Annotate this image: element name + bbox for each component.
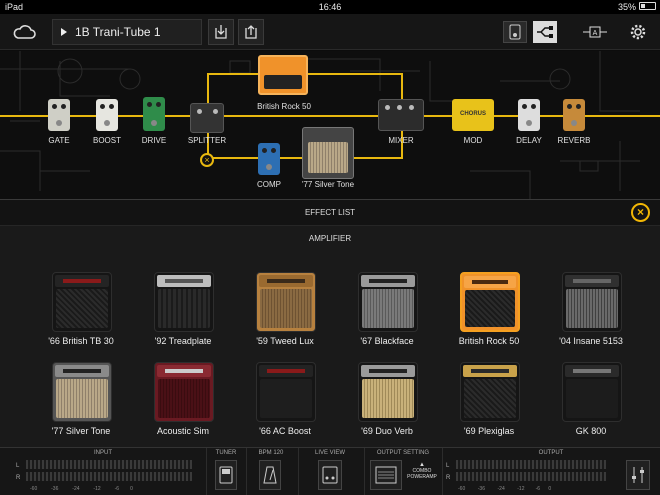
- close-icon: ×: [636, 205, 644, 219]
- reverb-pedal[interactable]: [563, 99, 585, 131]
- amp-name: British Rock 50: [458, 336, 520, 346]
- amp-item-silver-tone[interactable]: '77 Silver Tone: [37, 362, 125, 442]
- input-level-meter: [26, 460, 192, 484]
- mixer-sliders-icon: [632, 467, 644, 483]
- midi-io-button[interactable]: A: [582, 21, 608, 43]
- mixer-label: MIXER: [388, 136, 414, 145]
- liveview-label: LIVE VIEW: [314, 450, 345, 456]
- combo-poweramp-toggle[interactable]: ▲ COMBO POWERAMP: [407, 462, 437, 488]
- battery-percent: 35%: [617, 2, 636, 12]
- output-level-meter: [456, 460, 606, 484]
- share-preset-button[interactable]: [238, 19, 264, 45]
- metronome-icon: [263, 466, 277, 484]
- effect-list-title: EFFECT LIST: [304, 208, 356, 217]
- pedal-icon: [509, 24, 521, 40]
- delay-pedal[interactable]: [518, 99, 540, 131]
- splitter-unit[interactable]: [190, 103, 224, 133]
- reverb-label: REVERB: [557, 136, 591, 145]
- amp-name: '66 AC Boost: [259, 426, 311, 436]
- boost-pedal[interactable]: [96, 99, 118, 131]
- amp-b-label: '77 Silver Tone: [301, 180, 355, 189]
- output-setting-button[interactable]: [370, 460, 402, 490]
- chain-view-button[interactable]: [533, 21, 557, 43]
- save-preset-button[interactable]: [208, 19, 234, 45]
- gear-icon: [630, 24, 646, 40]
- mod-pedal-text: CHORUS: [459, 111, 486, 117]
- output-scale: -60 -36 -24 -12 -6 0: [458, 486, 552, 492]
- status-bar: iPad 16:46 35%: [0, 0, 660, 14]
- amp-a-label: British Rock 50: [257, 102, 311, 111]
- input-r-label: R: [16, 475, 21, 481]
- battery-icon: [639, 2, 656, 10]
- amp-item-tweed-lux[interactable]: '59 Tweed Lux: [241, 272, 329, 352]
- amp-name: '67 Blackface: [360, 336, 414, 346]
- amp-name: '69 Duo Verb: [361, 426, 413, 436]
- mod-pedal[interactable]: CHORUS: [452, 99, 494, 131]
- top-toolbar: 1B Trani-Tube 1 A: [0, 14, 660, 50]
- output-mixer-button[interactable]: [626, 460, 650, 490]
- amp-item-blackface[interactable]: '67 Blackface: [343, 272, 431, 352]
- tuner-icon: [219, 466, 233, 484]
- amp-name: '66 British TB 30: [48, 336, 114, 346]
- amp-item-duo-verb[interactable]: '69 Duo Verb: [343, 362, 431, 442]
- metronome-button[interactable]: [259, 460, 281, 490]
- signal-chain-view: × CHORUS GATE BOOST DRIVE SPLITTER Briti…: [0, 51, 660, 199]
- bottom-toolbar: INPUT L R -60 -36 -24 -12 -6 0 TUNER BPM…: [0, 447, 660, 495]
- pedalboard-icon: [322, 466, 338, 484]
- close-effect-list-button[interactable]: ×: [631, 203, 650, 222]
- amp-item-gk-800[interactable]: GK 800: [547, 362, 635, 442]
- amp-b-block[interactable]: [302, 127, 354, 179]
- amp-a-block[interactable]: [258, 55, 308, 95]
- preset-name: 1B Trani-Tube 1: [75, 25, 161, 39]
- output-setting-label: OUTPUT SETTING: [376, 450, 430, 456]
- remove-branch-icon[interactable]: ×: [200, 153, 214, 167]
- amp-item-insane-5153[interactable]: '04 Insane 5153: [547, 272, 635, 352]
- amp-name: '92 Treadplate: [154, 336, 212, 346]
- amp-item-acoustic-sim[interactable]: Acoustic Sim: [139, 362, 227, 442]
- amp-item-plexiglas[interactable]: '69 Plexiglas: [445, 362, 533, 442]
- svg-text:A: A: [593, 30, 598, 37]
- amp-item-british-tb30[interactable]: '66 British TB 30: [37, 272, 125, 352]
- gate-pedal[interactable]: [48, 99, 70, 131]
- download-icon: [215, 25, 227, 39]
- input-l-label: L: [16, 463, 20, 469]
- cloud-button[interactable]: [10, 19, 38, 45]
- input-scale: -60 -36 -24 -12 -6 0: [30, 486, 133, 492]
- effect-list-panel: EFFECT LIST × AMPLIFIER '66 British TB 3…: [0, 199, 660, 447]
- input-label: INPUT: [94, 450, 112, 456]
- comp-pedal[interactable]: [258, 143, 280, 175]
- output-r-label: R: [446, 475, 451, 481]
- tuner-label: TUNER: [215, 450, 237, 456]
- category-label: AMPLIFIER: [308, 234, 352, 243]
- amp-item-british-rock-50[interactable]: British Rock 50: [445, 272, 533, 352]
- cloud-icon: [13, 25, 36, 39]
- effect-list-header: EFFECT LIST: [0, 200, 660, 226]
- amp-item-ac-boost[interactable]: '66 AC Boost: [241, 362, 329, 442]
- live-view-button[interactable]: [318, 460, 342, 490]
- amp-name: Acoustic Sim: [156, 426, 209, 436]
- amp-name: '69 Plexiglas: [463, 426, 515, 436]
- settings-button[interactable]: [626, 21, 650, 43]
- amp-item-treadplate[interactable]: '92 Treadplate: [139, 272, 227, 352]
- amp-name: '77 Silver Tone: [51, 426, 111, 436]
- preset-selector[interactable]: 1B Trani-Tube 1: [52, 19, 202, 45]
- splitter-label: SPLITTER: [187, 136, 227, 145]
- amp-name: GK 800: [575, 426, 607, 436]
- amp-cab-icon: [375, 466, 397, 484]
- signal-chain-icon: [537, 26, 553, 38]
- amp-name: '04 Insane 5153: [559, 336, 623, 346]
- output-label: OUTPUT: [538, 450, 564, 456]
- play-icon: [61, 28, 67, 36]
- upload-icon: [245, 25, 257, 39]
- stomp-view-button[interactable]: [503, 21, 527, 43]
- amp-name: '59 Tweed Lux: [256, 336, 314, 346]
- tuner-button[interactable]: [215, 460, 237, 490]
- drive-pedal[interactable]: [143, 97, 165, 131]
- clock-label: 16:46: [318, 2, 342, 12]
- io-routing-icon: A: [583, 26, 607, 38]
- mixer-unit[interactable]: [378, 99, 424, 131]
- combo-poweramp-label: COMBO POWERAMP: [407, 468, 437, 480]
- bpm-label: BPM 120: [258, 450, 284, 456]
- output-l-label: L: [446, 463, 450, 469]
